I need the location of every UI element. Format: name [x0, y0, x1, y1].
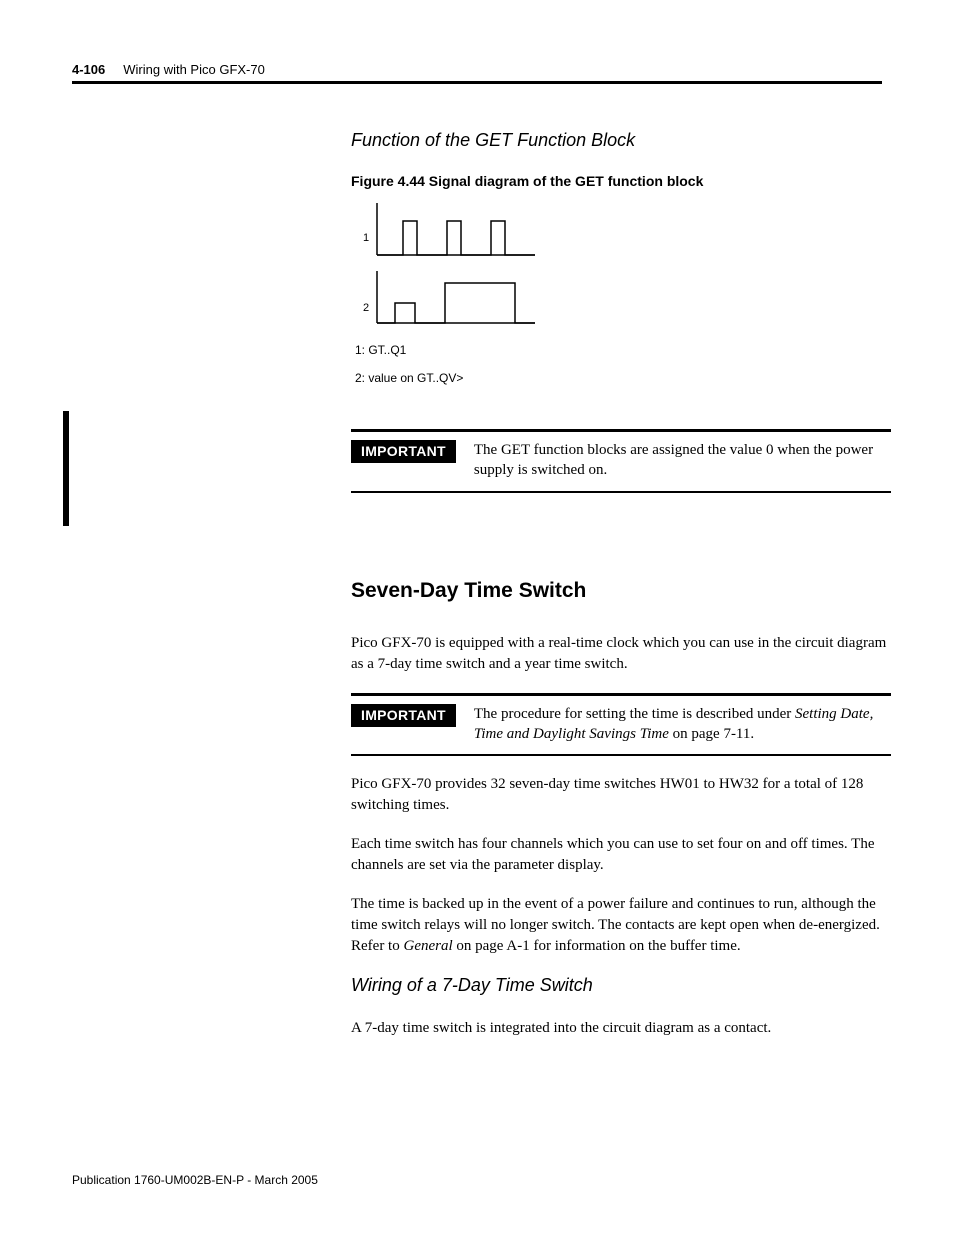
- note-tail: on page 7-11.: [669, 726, 754, 742]
- p4-italic: General: [403, 938, 452, 954]
- signal-legend-2: 2: value on GT..QV>: [355, 371, 891, 385]
- signal-legend-1: 1: GT..Q1: [355, 343, 891, 357]
- change-bar: [63, 411, 69, 526]
- page-number: 4-106: [72, 62, 105, 77]
- figure-caption: Figure 4.44 Signal diagram of the GET fu…: [351, 173, 891, 189]
- p4-tail: on page A-1 for information on the buffe…: [453, 938, 741, 954]
- section-heading: Seven-Day Time Switch: [351, 579, 891, 603]
- subsection-heading: Function of the GET Function Block: [351, 130, 891, 151]
- important-note-2: IMPORTANT The procedure for setting the …: [351, 693, 891, 757]
- important-text: The GET function blocks are assigned the…: [474, 440, 891, 481]
- running-header: 4-106 Wiring with Pico GFX-70: [72, 62, 882, 84]
- footer-publication: Publication 1760-UM002B-EN-P - March 200…: [72, 1173, 318, 1187]
- important-tag: IMPORTANT: [351, 440, 456, 463]
- trace-label-2: 2: [363, 302, 369, 314]
- important-text: The procedure for setting the time is de…: [474, 704, 891, 745]
- body-paragraph: Pico GFX-70 provides 32 seven-day time s…: [351, 774, 891, 816]
- body-paragraph: Pico GFX-70 is equipped with a real-time…: [351, 633, 891, 675]
- important-note-1: IMPORTANT The GET function blocks are as…: [351, 429, 891, 493]
- body-paragraph: A 7-day time switch is integrated into t…: [351, 1018, 891, 1039]
- signal-diagram: 1 2: [355, 203, 891, 333]
- trace-label-1: 1: [363, 232, 369, 244]
- note-lead: The procedure for setting the time is de…: [474, 706, 795, 722]
- subsection-heading: Wiring of a 7-Day Time Switch: [351, 975, 891, 996]
- important-tag: IMPORTANT: [351, 704, 456, 727]
- chapter-title: Wiring with Pico GFX-70: [123, 62, 265, 77]
- body-paragraph: The time is backed up in the event of a …: [351, 894, 891, 957]
- body-paragraph: Each time switch has four channels which…: [351, 834, 891, 876]
